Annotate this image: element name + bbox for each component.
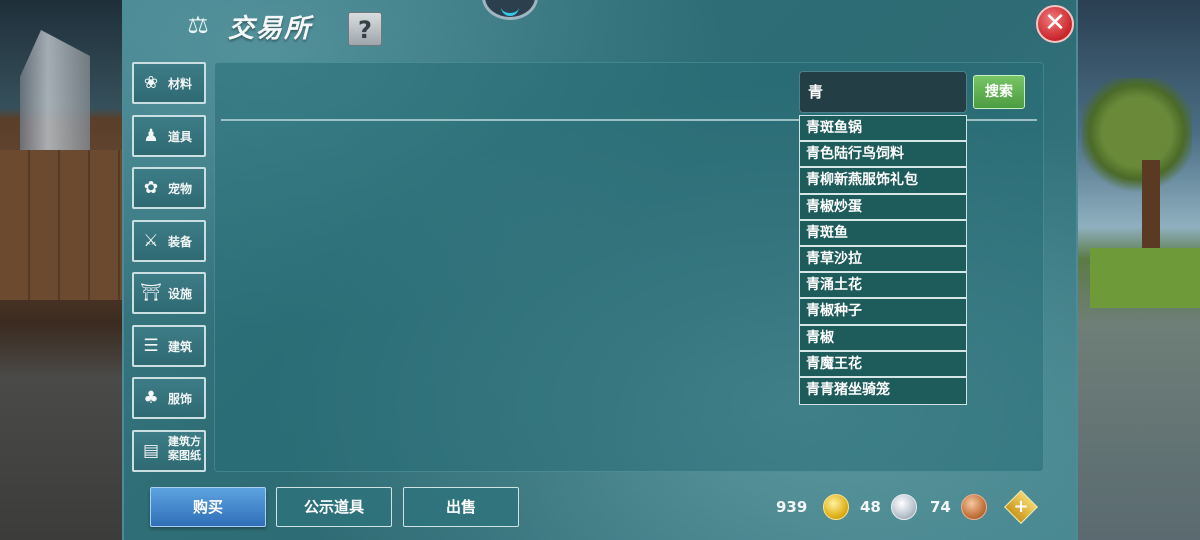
category-materials[interactable]: ❀ 材料 bbox=[132, 62, 206, 104]
tab-public-items[interactable]: 公示道具 bbox=[276, 487, 392, 527]
tree-scenery bbox=[1082, 78, 1192, 198]
balance-scale-icon: ⚖ bbox=[187, 11, 209, 39]
exchange-panel: ⚖ 交易所 ? ✕ ❀ 材料 ♟ 道具 ✿ 宠物 ⚔ 装备 ⛩ 设施 ☰ 建筑 bbox=[122, 0, 1078, 540]
silver-amount: 48 bbox=[860, 498, 881, 516]
suggestion-item[interactable]: 青柳新燕服饰礼包 bbox=[800, 168, 966, 195]
materials-icon: ❀ bbox=[143, 73, 159, 93]
gold-amount: 939 bbox=[776, 498, 808, 516]
category-clothing[interactable]: ♣ 服饰 bbox=[132, 377, 206, 419]
close-button[interactable]: ✕ bbox=[1036, 5, 1074, 43]
suggestion-item[interactable]: 青椒炒蛋 bbox=[800, 194, 966, 221]
silver-coin-icon bbox=[891, 494, 917, 520]
category-pets[interactable]: ✿ 宠物 bbox=[132, 167, 206, 209]
tab-sell[interactable]: 出售 bbox=[403, 487, 519, 527]
suggestion-item[interactable]: 青椒 bbox=[800, 325, 966, 352]
help-button[interactable]: ? bbox=[348, 12, 382, 46]
search-suggestions: 青斑鱼锅 青色陆行鸟饲料 青柳新燕服饰礼包 青椒炒蛋 青斑鱼 青草沙拉 青涌土花… bbox=[799, 115, 967, 406]
equipment-icon: ⚔ bbox=[143, 230, 159, 251]
gold-coin-icon bbox=[823, 494, 849, 520]
building-icon: ☰ bbox=[143, 335, 159, 356]
clothing-icon: ♣ bbox=[143, 388, 159, 408]
bronze-coin-icon bbox=[961, 494, 987, 520]
suggestion-item[interactable]: 青色陆行鸟饲料 bbox=[800, 142, 966, 169]
search-button[interactable]: 搜索 bbox=[973, 75, 1025, 109]
suggestion-item[interactable]: 青斑鱼 bbox=[800, 220, 966, 247]
wooden-crates-scenery bbox=[0, 150, 122, 300]
category-sidebar: ❀ 材料 ♟ 道具 ✿ 宠物 ⚔ 装备 ⛩ 设施 ☰ 建筑 ♣ 服饰 ▤ 建筑方 bbox=[132, 62, 208, 482]
suggestion-item[interactable]: 青草沙拉 bbox=[800, 246, 966, 274]
world-right-scenery bbox=[1078, 0, 1200, 540]
bronze-amount: 74 bbox=[930, 498, 951, 516]
title-bar: ⚖ 交易所 ? ✕ bbox=[124, 0, 1076, 56]
add-currency-button[interactable]: + bbox=[1004, 490, 1038, 524]
category-label: 宠物 bbox=[168, 182, 193, 196]
category-label: 材料 bbox=[168, 77, 193, 91]
item-icon: ♟ bbox=[143, 125, 159, 146]
category-label: 建筑方案图纸 bbox=[168, 434, 201, 462]
tab-buy[interactable]: 购买 bbox=[150, 487, 266, 527]
category-label: 装备 bbox=[168, 234, 193, 249]
suggestion-item[interactable]: 青椒种子 bbox=[800, 299, 966, 326]
listing-area: 青 搜索 青斑鱼锅 青色陆行鸟饲料 青柳新燕服饰礼包 青椒炒蛋 青斑鱼 青草沙拉… bbox=[214, 62, 1044, 472]
facility-icon: ⛩ bbox=[140, 283, 162, 303]
category-buildings[interactable]: ☰ 建筑 bbox=[132, 324, 206, 367]
search-input[interactable]: 青 bbox=[799, 71, 967, 113]
suggestion-item[interactable]: 青青猪坐骑笼 bbox=[800, 377, 966, 405]
blueprint-icon: ▤ bbox=[142, 440, 160, 461]
top-handle bbox=[482, 0, 538, 20]
category-equipment[interactable]: ⚔ 装备 bbox=[132, 219, 206, 262]
category-label: 建筑 bbox=[168, 339, 193, 354]
suggestion-item[interactable]: 青涌土花 bbox=[800, 273, 966, 300]
page-title: 交易所 bbox=[228, 14, 313, 44]
world-left-scenery bbox=[0, 0, 122, 540]
category-label: 服饰 bbox=[168, 392, 193, 406]
category-blueprints[interactable]: ▤ 建筑方案图纸 bbox=[132, 429, 206, 472]
plus-icon: + bbox=[1013, 496, 1029, 517]
category-facilities[interactable]: ⛩ 设施 bbox=[132, 272, 206, 314]
suggestion-item[interactable]: 青魔王花 bbox=[800, 351, 966, 378]
category-items[interactable]: ♟ 道具 bbox=[132, 114, 206, 157]
suggestion-item[interactable]: 青斑鱼锅 bbox=[800, 116, 966, 143]
category-label: 设施 bbox=[168, 287, 193, 301]
paw-icon: ✿ bbox=[143, 178, 159, 198]
category-label: 道具 bbox=[168, 129, 193, 144]
grass-scenery bbox=[1090, 248, 1200, 308]
tree-trunk-scenery bbox=[1142, 160, 1160, 260]
